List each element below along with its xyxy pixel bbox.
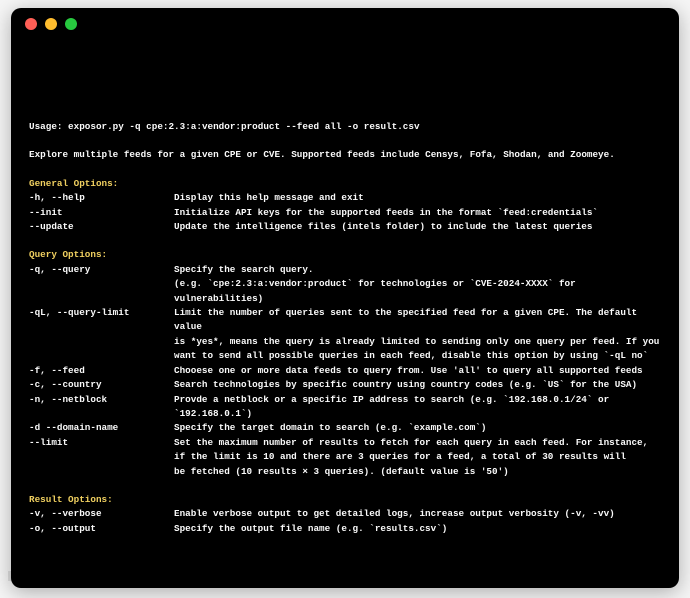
opt-update: --update Update the intelligence files (… [29,220,661,234]
desc: Enable verbose output to get detailed lo… [174,507,661,521]
desc: Display this help message and exit [174,191,661,205]
opt-query-limit-cont2: want to send all possible queries in eac… [29,349,661,363]
desc: Limit the number of queries sent to the … [174,306,661,335]
desc: Initialize API keys for the supported fe… [174,206,661,220]
terminal-window: Usage: exposor.py -q cpe:2.3:a:vendor:pr… [11,8,679,588]
opt-query-limit-cont: is *yes*, means the query is already lim… [29,335,661,349]
opt-query-limit: -qL, --query-limit Limit the number of q… [29,306,661,335]
opt-limit-cont: if the limit is 10 and there are 3 queri… [29,450,661,464]
opt-limit: --limit Set the maximum number of result… [29,436,661,450]
flag: -c, --country [29,378,174,392]
flag: --limit [29,436,174,450]
flag: -q, --query [29,263,174,277]
desc: Set the maximum number of results to fet… [174,436,661,450]
flag: --update [29,220,174,234]
desc: Search technologies by specific country … [174,378,661,392]
opt-domain: -d --domain-name Specify the target doma… [29,421,661,435]
opt-query: -q, --query Specify the search query. [29,263,661,277]
flag: -qL, --query-limit [29,306,174,335]
opt-query-cont: (e.g. `cpe:2.3:a:vendor:product` for tec… [29,277,661,306]
flag: -v, --verbose [29,507,174,521]
desc: Specify the search query. [174,263,661,277]
intro-line: Explore multiple feeds for a given CPE o… [29,148,661,162]
section-general: General Options: [29,177,661,191]
opt-country: -c, --country Search technologies by spe… [29,378,661,392]
flag: --init [29,206,174,220]
flag: -d --domain-name [29,421,174,435]
desc: Chooese one or more data feeds to query … [174,364,661,378]
close-icon[interactable] [25,18,37,30]
section-query: Query Options: [29,248,661,262]
flag: -n, --netblock [29,393,174,422]
desc: Provde a netblock or a specific IP addre… [174,393,661,422]
minimize-icon[interactable] [45,18,57,30]
opt-feed: -f, --feed Chooese one or more data feed… [29,364,661,378]
terminal-content: Usage: exposor.py -q cpe:2.3:a:vendor:pr… [11,40,679,554]
maximize-icon[interactable] [65,18,77,30]
section-result: Result Options: [29,493,661,507]
flag: -h, --help [29,191,174,205]
desc: Update the intelligence files (intels fo… [174,220,661,234]
flag: -o, --output [29,522,174,536]
usage-line: Usage: exposor.py -q cpe:2.3:a:vendor:pr… [29,120,661,134]
desc: Specify the output file name (e.g. `resu… [174,522,661,536]
flag: -f, --feed [29,364,174,378]
opt-help: -h, --help Display this help message and… [29,191,661,205]
opt-verbose: -v, --verbose Enable verbose output to g… [29,507,661,521]
opt-output: -o, --output Specify the output file nam… [29,522,661,536]
opt-netblock: -n, --netblock Provde a netblock or a sp… [29,393,661,422]
opt-init: --init Initialize API keys for the suppo… [29,206,661,220]
desc: Specify the target domain to search (e.g… [174,421,661,435]
opt-limit-cont2: be fetched (10 results × 3 queries). (de… [29,465,661,479]
window-titlebar [11,8,679,40]
